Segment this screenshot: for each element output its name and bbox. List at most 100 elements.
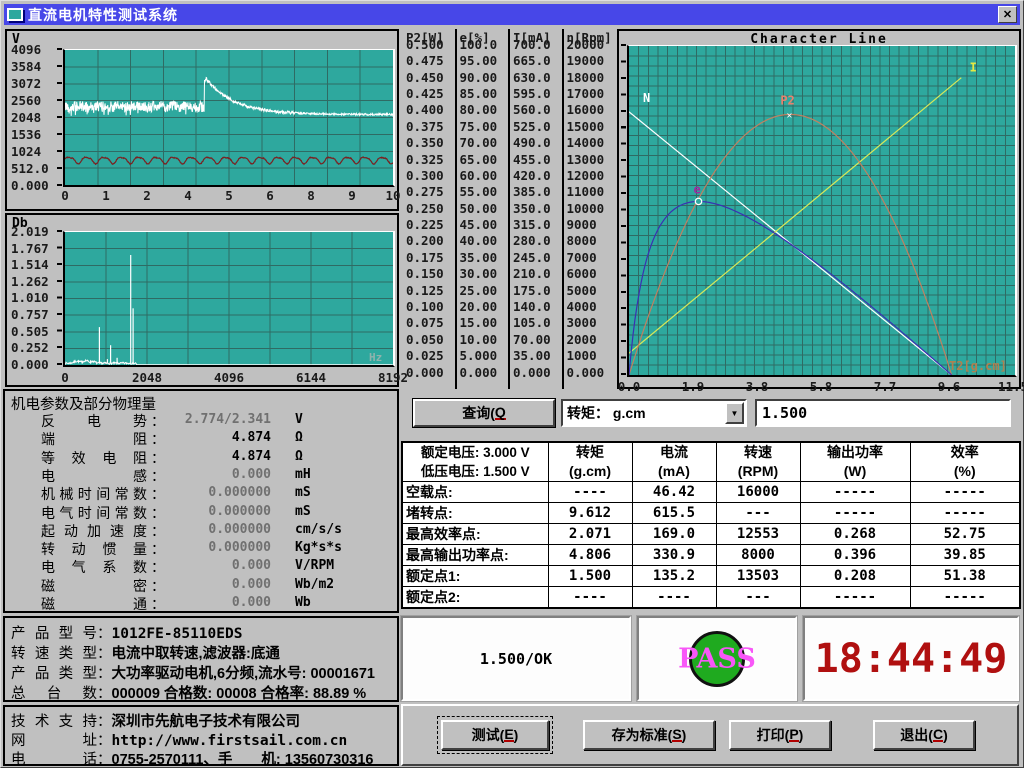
param-row: 电气时间常数：0.000000mS [5, 503, 397, 521]
x-tick-label: 11.5 [998, 379, 1024, 394]
pass-indicator-box: PASS [637, 616, 797, 701]
x-tick-label: 3.8 [746, 379, 769, 394]
param-row: 磁通：0.000Wb [5, 594, 397, 612]
y-tick-label: 0.252 [11, 340, 61, 355]
x-tick-label: 2048 [132, 370, 162, 385]
y-tick-label: 1024 [11, 144, 61, 159]
info-row: 产品类型：大功率驱动电机,6分频,流水号: 00001671 [11, 662, 395, 682]
spectrum-plot: Hz [63, 231, 395, 367]
scale-column-P2W: P2[W]0.5000.4750.4500.4250.4000.3750.350… [403, 29, 457, 389]
param-row: 电感：0.000mH [5, 466, 397, 484]
param-row: 反电势：2.774/2.341V [5, 411, 397, 429]
action-button-p[interactable]: 打印(P) [729, 720, 831, 750]
column-header: 电流(mA) [632, 442, 716, 482]
y-tick-label: 2.019 [11, 224, 61, 239]
support-panel: 技术支持：深圳市先航电子技术有限公司网址：http://www.firstsai… [3, 705, 399, 766]
y-tick-label: 2560 [11, 93, 61, 108]
y-tick-label: 1.262 [11, 274, 61, 289]
param-row: 端阻：4.874Ω [5, 429, 397, 447]
action-button-e[interactable]: 测试(E) [441, 720, 549, 750]
scale-column-ImA: I[mA]700.0665.0630.0595.0560.0525.0490.0… [510, 29, 564, 389]
svg-text:Hz: Hz [369, 351, 382, 364]
param-row: 磁密：0.000Wb/m2 [5, 576, 397, 594]
x-tick-label: 0.0 [618, 379, 641, 394]
y-tick-label: 0.000 [11, 357, 61, 372]
product-panel: 产品型号：1012FE-85110EDS转速类型：电流中取转速,滤波器:底通产品… [3, 616, 399, 702]
character-line-panel: Character Line NP2×eIT2[g.cm] 0.01.93.85… [617, 29, 1021, 389]
close-button[interactable]: ✕ [998, 6, 1017, 23]
character-line-plot: NP2×eIT2[g.cm] [627, 45, 1017, 377]
x-tick-label: 1 [102, 188, 110, 203]
voltage-scope-panel: V 4096358430722560204815361024512.00.000… [5, 29, 399, 211]
x-tick-label: 9 [348, 188, 356, 203]
column-header: 转矩(g.cm) [548, 442, 632, 482]
x-tick-label: 6144 [296, 370, 326, 385]
column-header: 转速(RPM) [716, 442, 800, 482]
table-row: 最高效率点:2.071169.0125530.26852.75 [402, 524, 1020, 545]
test-result-text: 1.500/OK [480, 650, 552, 668]
y-tick-label: 0.000 [11, 178, 61, 193]
torque-unit-dropdown[interactable]: 转矩： g.cm ▼ [561, 399, 747, 427]
x-tick-label: 5.8 [810, 379, 833, 394]
x-tick-label: 9.6 [938, 379, 961, 394]
param-row: 机械时间常数：0.000000mS [5, 484, 397, 502]
window-title: 直流电机特性测试系统 [28, 5, 178, 25]
table-row: 最高输出功率点:4.806330.980000.39639.85 [402, 545, 1020, 566]
param-row: 转动惯量：0.000000Kg*s*s [5, 539, 397, 557]
svg-text:I: I [970, 61, 977, 75]
info-row: 网址：http://www.firstsail.com.cn [11, 729, 395, 749]
results-table: 额定电压: 3.000 V低压电压: 1.500 V转矩(g.cm)电流(mA)… [401, 441, 1021, 609]
svg-text:×: × [786, 110, 792, 121]
scale-columns: P2[W]0.5000.4750.4500.4250.4000.3750.350… [403, 29, 615, 389]
chevron-down-icon[interactable]: ▼ [725, 402, 744, 424]
svg-text:T2[g.cm]: T2[g.cm] [949, 359, 1007, 373]
y-tick-label: 1536 [11, 127, 61, 142]
y-tick-label: 3072 [11, 76, 61, 91]
torque-value-input[interactable] [755, 399, 1011, 427]
y-tick-label: 1.514 [11, 257, 61, 272]
action-button-c[interactable]: 退出(C) [873, 720, 975, 750]
pass-indicator: PASS [689, 631, 745, 687]
x-tick-label: 0 [61, 370, 69, 385]
pass-label: PASS [678, 643, 756, 674]
y-tick-label: 3584 [11, 59, 61, 74]
torque-unit-dropdown-value: 转矩： g.cm [563, 403, 725, 423]
y-tick-label: 2048 [11, 110, 61, 125]
svg-text:P2: P2 [780, 93, 794, 107]
character-line-yticks [621, 44, 626, 376]
x-tick-label: 10 [385, 188, 400, 203]
app-icon [7, 8, 23, 21]
y-tick-label: 0.505 [11, 324, 61, 339]
titlebar: 直流电机特性测试系统 ✕ [4, 4, 1020, 25]
info-row: 转速类型：电流中取转速,滤波器:底通 [11, 642, 395, 662]
x-tick-label: 2 [143, 188, 151, 203]
clock-text: 18:44:49 [815, 636, 1008, 682]
x-tick-label: 6 [266, 188, 274, 203]
action-button-s[interactable]: 存为标准(S) [583, 720, 715, 750]
info-row: 产品型号：1012FE-85110EDS [11, 622, 395, 642]
svg-text:e: e [694, 182, 701, 196]
scale-column-e: e[%]100.095.0090.0085.0080.0075.0070.006… [457, 29, 511, 389]
x-tick-label: 0 [61, 188, 69, 203]
table-row: 堵转点:9.612615.5------------- [402, 503, 1020, 524]
scale-column-nRpm: n[Rpm]2000019000180001700016000150001400… [564, 29, 616, 389]
y-tick-label: 4096 [11, 42, 61, 57]
x-tick-label: 7.7 [874, 379, 897, 394]
param-row: 等效电阻：4.874Ω [5, 448, 397, 466]
y-tick-label: 512.0 [11, 161, 61, 176]
y-tick-label: 1.767 [11, 241, 61, 256]
x-tick-label: 1.9 [682, 379, 705, 394]
params-panel: 机电参数及部分物理量 反电势：2.774/2.341V端阻：4.874Ω等效电阻… [3, 389, 399, 613]
action-button-bar: 测试(E) 存为标准(S) 打印(P) 退出(C) [401, 704, 1019, 766]
x-tick-label: 5 [225, 188, 233, 203]
y-tick-label: 1.010 [11, 290, 61, 305]
param-row: 起动加速度：0.000000cm/s/s [5, 521, 397, 539]
column-header: 效率(%) [910, 442, 1020, 482]
x-tick-label: 8 [307, 188, 315, 203]
x-tick-label: 4 [184, 188, 192, 203]
test-result-box: 1.500/OK [401, 616, 631, 701]
query-button[interactable]: 查询(Q [413, 399, 555, 427]
x-tick-label: 4096 [214, 370, 244, 385]
spectrum-panel: Db 2.0191.7671.5141.2621.0100.7570.5050.… [5, 213, 399, 387]
table-row: 额定点2:--------------------- [402, 587, 1020, 609]
